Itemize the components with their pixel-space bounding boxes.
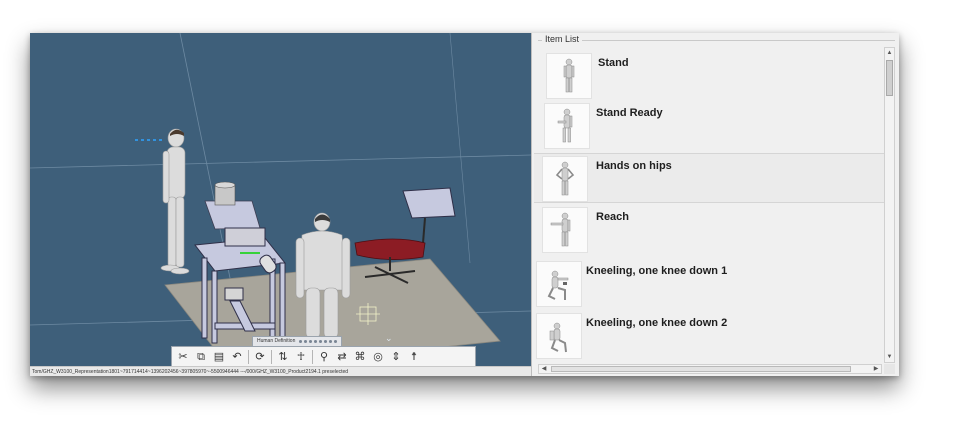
- manikin-mirror-icon[interactable]: ⇅: [276, 348, 290, 366]
- 3d-viewport[interactable]: Human Definition ⌄ ✂ ⧉ ▤ ↶ ⟳ ⇅ ☥ ⚲ ⇄ ⌘ ◎…: [30, 33, 531, 376]
- pose-thumbnail-hands-on-hips: [542, 156, 588, 202]
- human-definition-label: Human Definition: [257, 338, 296, 344]
- scrollbar-thumb[interactable]: [886, 60, 893, 96]
- grid-line: [449, 33, 471, 264]
- copy-icon[interactable]: ⧉: [194, 348, 208, 366]
- manikin-stand-icon[interactable]: ☨: [407, 348, 421, 366]
- list-item[interactable]: Reach: [534, 205, 884, 255]
- list-item[interactable]: Kneeling, one knee down 1: [534, 259, 884, 309]
- application-window: Human Definition ⌄ ✂ ⧉ ▤ ↶ ⟳ ⇅ ☥ ⚲ ⇄ ⌘ ◎…: [30, 33, 899, 376]
- toolbar-grip: [299, 340, 338, 343]
- scroll-down-icon[interactable]: ▼: [885, 352, 894, 362]
- manikin-standing: [160, 128, 190, 275]
- list-item-label: Kneeling, one knee down 1: [586, 265, 728, 277]
- 3d-scene[interactable]: [30, 33, 531, 376]
- horizontal-scrollbar[interactable]: ◀ ▶: [538, 364, 882, 374]
- manikin-swap-icon[interactable]: ⇄: [335, 348, 349, 366]
- list-item[interactable]: Stand: [534, 51, 884, 101]
- list-item[interactable]: Kneeling, one knee down 2: [534, 311, 884, 361]
- undo-icon[interactable]: ↶: [230, 348, 244, 366]
- scroll-left-icon[interactable]: ◀: [539, 365, 549, 373]
- pose-thumbnail-kneel-2: [536, 313, 582, 359]
- scissors-icon[interactable]: ✂: [176, 348, 190, 366]
- panel-divider: [538, 40, 895, 41]
- panel-title: Item List: [542, 34, 583, 44]
- grid-line: [30, 154, 531, 169]
- list-item[interactable]: Stand Ready: [534, 101, 884, 151]
- list-item-label: Hands on hips: [596, 160, 672, 172]
- toolbar-separator: [271, 350, 272, 364]
- refresh-icon[interactable]: ⟳: [253, 348, 267, 366]
- pose-thumbnail-stand: [546, 53, 592, 99]
- status-bar: Tom/GHZ_W3100_Representation1801~7917144…: [30, 366, 531, 376]
- list-item[interactable]: Hands on hips: [534, 153, 884, 203]
- list-item-label: Stand Ready: [596, 107, 663, 119]
- list-item-label: Kneeling, one knee down 2: [586, 317, 728, 329]
- pose-thumbnail-stand-ready: [544, 103, 590, 149]
- scrollbar-corner: [884, 364, 895, 374]
- pose-thumbnail-reach: [542, 207, 588, 253]
- scrollbar-thumb[interactable]: [551, 366, 851, 372]
- scroll-up-icon[interactable]: ▲: [885, 48, 894, 58]
- manikin-pose-icon[interactable]: ⚲: [317, 348, 331, 366]
- pose-thumbnail-kneel-1: [536, 261, 582, 307]
- toolbar-separator: [312, 350, 313, 364]
- manikin-align-icon[interactable]: ⇕: [389, 348, 403, 366]
- paste-icon[interactable]: ▤: [212, 348, 226, 366]
- target-icon[interactable]: ◎: [371, 348, 385, 366]
- pose-list[interactable]: Stand Stand Ready Hands on hips Reach Kn…: [534, 47, 884, 363]
- equipment-stand: [204, 181, 261, 230]
- vertical-scrollbar[interactable]: ▲ ▼: [884, 47, 895, 363]
- manikin-posture-icon[interactable]: ☥: [294, 348, 308, 366]
- human-definition-toolbar: ✂ ⧉ ▤ ↶ ⟳ ⇅ ☥ ⚲ ⇄ ⌘ ◎ ⇕ ☨: [171, 346, 476, 368]
- list-item-label: Reach: [596, 211, 630, 223]
- item-list-panel: Item List Stand Stand Ready Hands on hip…: [531, 33, 899, 376]
- scroll-right-icon[interactable]: ▶: [871, 365, 881, 373]
- chevron-down-icon[interactable]: ⌄: [385, 333, 393, 344]
- manikin-attach-icon[interactable]: ⌘: [353, 348, 367, 366]
- toolbar-separator: [248, 350, 249, 364]
- list-item-label: Stand: [598, 57, 629, 69]
